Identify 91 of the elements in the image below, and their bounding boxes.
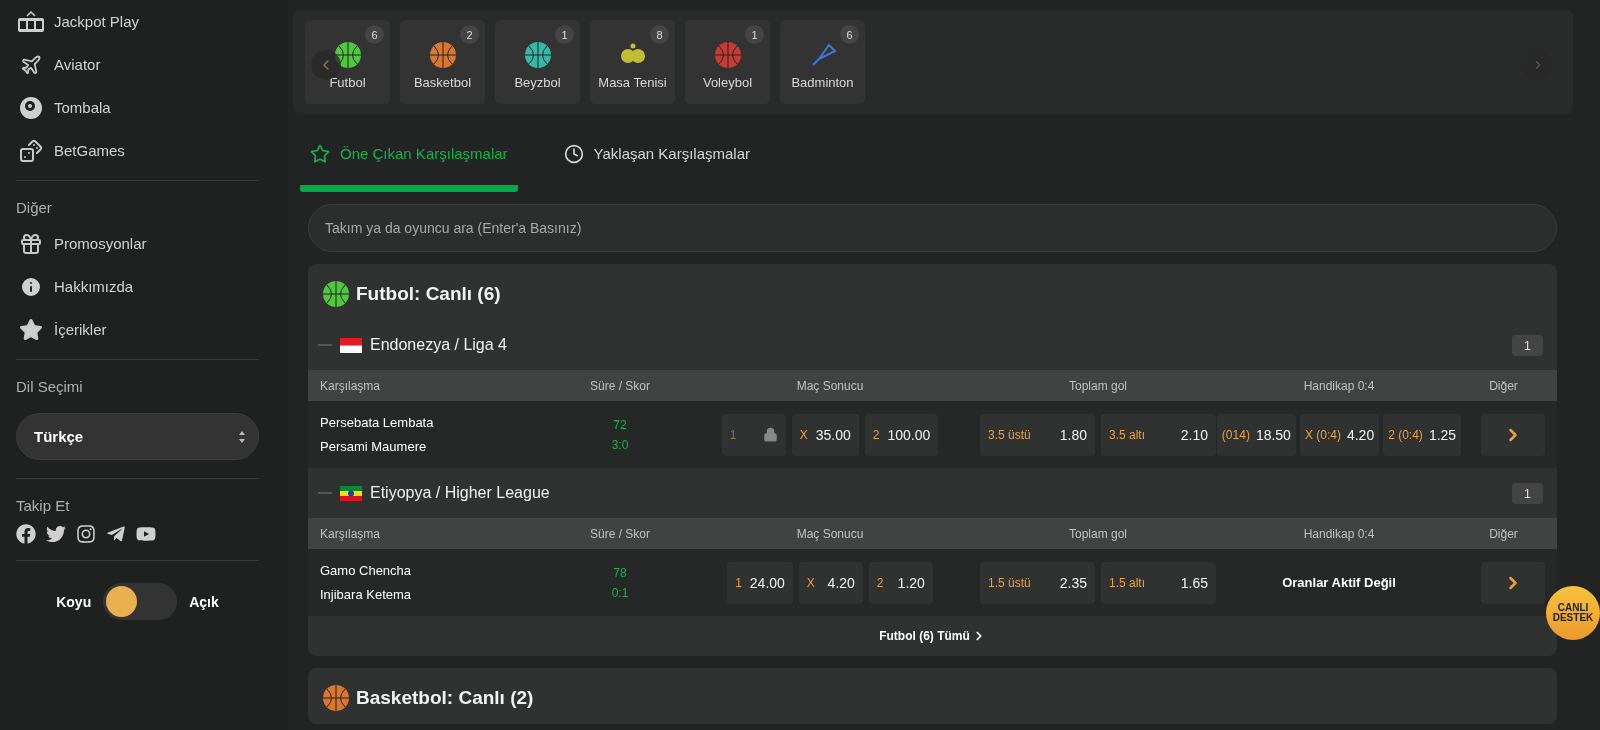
- odds-button[interactable]: (014) 18.50: [1216, 413, 1296, 456]
- column-header: Diğer: [1488, 526, 1519, 541]
- youtube-icon[interactable]: [136, 524, 156, 544]
- odds-button[interactable]: 1.5 üstü 2.35: [980, 561, 1095, 604]
- light-mode-label: Açık: [189, 593, 219, 610]
- match-score: 3:0: [611, 437, 629, 452]
- sport-card[interactable]: Voleybol 1: [685, 20, 770, 104]
- column-header: Handikap 0:4: [1302, 378, 1376, 393]
- odds-button[interactable]: 3.5 altı 2.10: [1101, 413, 1216, 456]
- flag-icon: [340, 485, 362, 501]
- column-header: Toplam gol: [1068, 526, 1128, 541]
- odds-button[interactable]: X 35.00: [791, 413, 859, 456]
- language-select[interactable]: Türkçe: [16, 413, 259, 460]
- select-caret-icon: [238, 429, 246, 444]
- team-name: Persami Maumere: [320, 439, 428, 454]
- column-header: Süre / Skor: [589, 526, 651, 541]
- section-title: Dil Seçimi: [16, 377, 84, 397]
- dark-mode-label: Koyu: [56, 593, 92, 610]
- league-header[interactable]: Endonezya / Liga 4 1: [308, 320, 1557, 370]
- count-badge: 6: [365, 25, 384, 44]
- dice-icon: [19, 138, 43, 163]
- facebook-icon[interactable]: [16, 524, 36, 544]
- sport-card[interactable]: Futbol 6: [305, 20, 390, 104]
- gift-icon: [19, 231, 43, 256]
- sidebar-item[interactable]: Tombala: [16, 86, 259, 129]
- league-name: Endonezya / Liga 4: [370, 336, 508, 354]
- slot-machine-icon: [17, 10, 45, 33]
- odds-button[interactable]: 2 (0:4) 1.25: [1383, 413, 1462, 456]
- column-header: Diğer: [1488, 378, 1519, 393]
- odds-button[interactable]: 2 100.00: [864, 413, 939, 456]
- tab[interactable]: Öne Çıkan Karşılaşmalar: [300, 130, 518, 192]
- odds-button[interactable]: 1.5 altı 1.65: [1101, 561, 1216, 604]
- billiard-ball-icon: [19, 95, 43, 120]
- match-count: 1: [1511, 334, 1543, 356]
- section-title: Futbol: Canlı (6): [356, 283, 501, 305]
- sidebar-item[interactable]: Jackpot Play: [16, 0, 259, 43]
- team-name: Gamo Chencha: [320, 563, 413, 578]
- basketball-icon: [428, 41, 457, 69]
- column-header: Maç Sonucu: [795, 526, 865, 541]
- count-badge: 2: [460, 25, 479, 44]
- star-icon: [310, 143, 330, 164]
- sidebar-item[interactable]: Aviator: [16, 43, 259, 86]
- column-header: Karşılaşma: [320, 378, 382, 393]
- match-minute: 78: [613, 565, 627, 580]
- odds-unavailable-text: Oranlar Aktif Değil: [1281, 575, 1397, 590]
- telegram-icon[interactable]: [106, 524, 126, 544]
- tab[interactable]: Yaklaşan Karşılaşmalar: [553, 130, 761, 192]
- sidebar-item[interactable]: BetGames: [16, 129, 259, 172]
- plane-icon: [20, 53, 42, 76]
- twitter-icon[interactable]: [46, 524, 66, 544]
- clock-icon: [563, 143, 584, 164]
- odds-button[interactable]: 1 24.00: [727, 561, 793, 604]
- search-field[interactable]: Takım ya da oyuncu ara (Enter'a Basınız): [308, 204, 1557, 252]
- section-title: Basketbol: Canlı (2): [356, 687, 534, 709]
- flag-icon: [340, 337, 362, 353]
- column-header: Maç Sonucu: [795, 378, 865, 393]
- live-support-button[interactable]: CANLI DESTEK: [1546, 586, 1600, 640]
- star-icon: [19, 317, 43, 342]
- section-title: Diğer: [16, 198, 53, 218]
- odds-button[interactable]: X 4.20: [798, 561, 863, 604]
- count-badge: 6: [840, 25, 859, 44]
- section-title: Takip Et: [16, 496, 71, 516]
- sport-card[interactable]: Badminton 6: [780, 20, 865, 104]
- see-all-link[interactable]: Futbol (6) Tümü: [879, 629, 986, 643]
- sidebar-item[interactable]: İçerikler: [16, 308, 259, 351]
- sport-card[interactable]: Basketbol 2: [400, 20, 485, 104]
- sport-card[interactable]: Beyzbol 1: [495, 20, 580, 104]
- basketball-icon: [322, 684, 350, 712]
- sport-card[interactable]: Masa Tenisi 8: [590, 20, 675, 104]
- theme-toggle[interactable]: [103, 583, 178, 620]
- count-badge: 1: [555, 25, 574, 44]
- column-header: Handikap 0:4: [1302, 526, 1376, 541]
- league-name: Etiyopya / Higher League: [370, 484, 551, 502]
- count-badge: 1: [745, 25, 764, 44]
- team-name: Persebata Lembata: [320, 415, 435, 430]
- match-score: 0:1: [611, 585, 629, 600]
- lock-icon: [762, 427, 778, 442]
- odds-button[interactable]: 3.5 üstü 1.80: [980, 413, 1095, 456]
- count-badge: 8: [650, 25, 669, 44]
- instagram-icon[interactable]: [76, 524, 96, 544]
- odds-button[interactable]: X (0:4) 4.20: [1299, 413, 1380, 456]
- sidebar-item[interactable]: Promosyonlar: [16, 222, 259, 265]
- sidebar-item[interactable]: Hakkımızda: [16, 265, 259, 308]
- team-name: Injibara Ketema: [320, 587, 413, 602]
- column-header: Toplam gol: [1068, 378, 1128, 393]
- match-count: 1: [1511, 482, 1543, 504]
- odds-button[interactable]: 2 1.20: [868, 561, 933, 604]
- column-header: Süre / Skor: [589, 378, 651, 393]
- league-header[interactable]: Etiyopya / Higher League 1: [308, 468, 1557, 518]
- column-header: Karşılaşma: [320, 526, 382, 541]
- match-minute: 72: [613, 417, 627, 432]
